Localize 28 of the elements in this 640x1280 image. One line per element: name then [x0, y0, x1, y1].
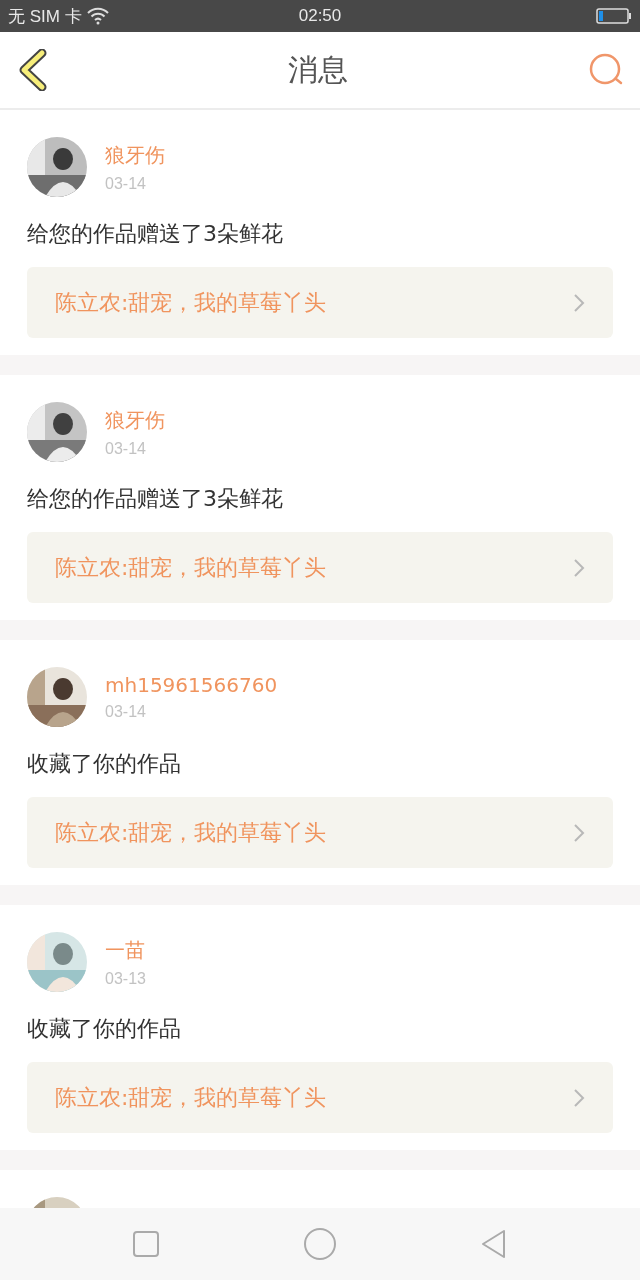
user-name[interactable]: 一苗 — [105, 936, 146, 964]
chevron-right-icon — [573, 292, 585, 313]
user-name[interactable]: 狼牙伤 — [105, 406, 165, 434]
message-date: 03-14 — [105, 174, 147, 193]
page-title: 消息 — [288, 50, 348, 89]
work-link[interactable]: 陈立农:甜宠，我的草莓丫头 — [27, 267, 613, 338]
carrier-label: 无 SIM 卡 — [8, 5, 82, 28]
clock-time: 02:50 — [298, 6, 342, 26]
message-text: 给您的作品赠送了3朵鲜花 — [27, 220, 284, 248]
work-link[interactable]: 陈立农:甜宠，我的草莓丫头 — [27, 1062, 613, 1133]
recent-apps-icon[interactable] — [131, 1230, 160, 1258]
message-date: 03-13 — [105, 969, 146, 988]
message-text: 收藏了你的作品 — [27, 1015, 182, 1043]
home-icon[interactable] — [303, 1227, 337, 1261]
chevron-right-icon — [573, 557, 585, 578]
battery-icon — [596, 7, 632, 25]
back-icon[interactable] — [18, 49, 48, 91]
message-text: 给您的作品赠送了3朵鲜花 — [27, 485, 284, 513]
message-date: 03-14 — [105, 703, 147, 721]
user-name[interactable]: mh15961566760 — [105, 673, 278, 697]
message-date: 03-14 — [105, 439, 147, 458]
work-link[interactable]: 陈立农:甜宠，我的草莓丫头 — [27, 797, 613, 868]
chevron-right-icon — [573, 1087, 585, 1108]
user-name[interactable]: 狼牙伤 — [105, 141, 165, 169]
chevron-right-icon — [573, 822, 585, 843]
message-text: 收藏了你的作品 — [27, 750, 182, 778]
work-link[interactable]: 陈立农:甜宠，我的草莓丫头 — [27, 532, 613, 603]
wifi-icon — [85, 7, 110, 25]
